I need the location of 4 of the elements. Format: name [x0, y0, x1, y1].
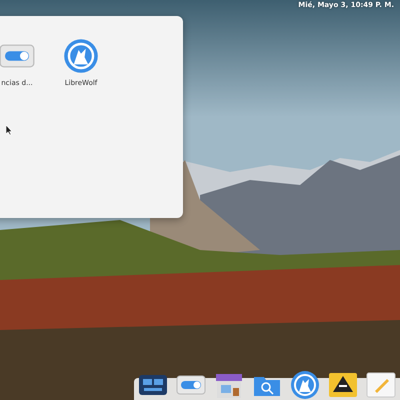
wolf-icon [290, 370, 320, 400]
vector-icon [328, 370, 358, 400]
mouse-pointer-icon [6, 125, 13, 135]
wolf-icon [63, 38, 99, 74]
